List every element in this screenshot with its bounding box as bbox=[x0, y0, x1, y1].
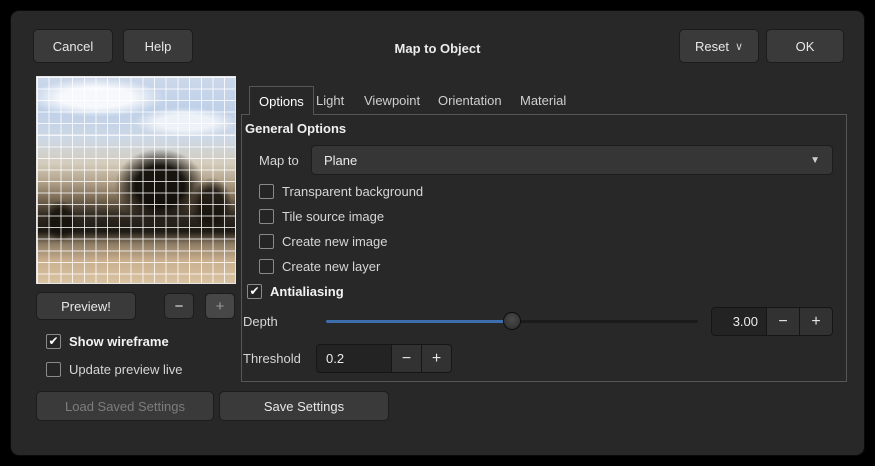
antialiasing-label: Antialiasing bbox=[270, 284, 344, 299]
update-preview-live-checkbox[interactable]: Update preview live bbox=[46, 361, 182, 377]
plus-icon: + bbox=[811, 313, 820, 331]
zoom-out-button[interactable]: − bbox=[164, 293, 194, 319]
checkbox-checked-icon: ✔ bbox=[247, 284, 262, 299]
map-to-label: Map to bbox=[259, 153, 299, 168]
checkbox-unchecked-icon bbox=[259, 209, 274, 224]
show-wireframe-label: Show wireframe bbox=[69, 334, 169, 349]
minus-icon: − bbox=[778, 313, 787, 331]
tab-viewpoint[interactable]: Viewpoint bbox=[355, 86, 429, 114]
tab-orientation[interactable]: Orientation bbox=[429, 86, 511, 114]
checkmark-icon: ✔ bbox=[48, 334, 58, 349]
checkbox-unchecked-icon bbox=[46, 362, 61, 377]
load-saved-settings-button[interactable]: Load Saved Settings bbox=[36, 391, 214, 421]
depth-slider[interactable] bbox=[326, 311, 698, 331]
reset-button[interactable]: Reset ∨ bbox=[679, 29, 759, 63]
slider-fill bbox=[326, 320, 512, 323]
threshold-value-field[interactable]: 0.2 bbox=[316, 344, 392, 373]
create-new-image-checkbox[interactable]: Create new image bbox=[259, 233, 388, 249]
map-to-dropdown[interactable]: Plane ▼ bbox=[311, 145, 833, 175]
checkmark-icon: ✔ bbox=[249, 284, 259, 299]
threshold-increment-button[interactable]: + bbox=[421, 344, 452, 373]
preview-image[interactable] bbox=[36, 76, 236, 284]
map-to-object-dialog: Cancel Help Map to Object Reset ∨ OK Pre… bbox=[10, 10, 865, 456]
transparent-background-label: Transparent background bbox=[282, 184, 423, 199]
plus-icon: + bbox=[432, 350, 441, 368]
plus-icon: + bbox=[216, 298, 225, 315]
checkbox-unchecked-icon bbox=[259, 259, 274, 274]
create-new-image-label: Create new image bbox=[282, 234, 388, 249]
create-new-layer-label: Create new layer bbox=[282, 259, 380, 274]
antialiasing-checkbox[interactable]: ✔ Antialiasing bbox=[247, 283, 344, 299]
tile-source-image-checkbox[interactable]: Tile source image bbox=[259, 208, 384, 224]
transparent-background-checkbox[interactable]: Transparent background bbox=[259, 183, 423, 199]
reset-label: Reset bbox=[695, 39, 729, 54]
threshold-decrement-button[interactable]: − bbox=[391, 344, 422, 373]
show-wireframe-checkbox[interactable]: ✔ Show wireframe bbox=[46, 333, 169, 349]
depth-increment-button[interactable]: + bbox=[799, 307, 833, 336]
threshold-label: Threshold bbox=[243, 351, 301, 366]
tile-source-image-label: Tile source image bbox=[282, 209, 384, 224]
depth-value-field[interactable]: 3.00 bbox=[711, 307, 767, 336]
create-new-layer-checkbox[interactable]: Create new layer bbox=[259, 258, 380, 274]
depth-label: Depth bbox=[243, 314, 278, 329]
tab-light[interactable]: Light bbox=[307, 86, 353, 114]
minus-icon: − bbox=[402, 350, 411, 368]
update-preview-live-label: Update preview live bbox=[69, 362, 182, 377]
tab-material[interactable]: Material bbox=[511, 86, 575, 114]
checkbox-unchecked-icon bbox=[259, 184, 274, 199]
chevron-down-icon: ∨ bbox=[735, 40, 743, 53]
ok-button[interactable]: OK bbox=[766, 29, 844, 63]
save-settings-button[interactable]: Save Settings bbox=[219, 391, 389, 421]
dropdown-arrow-icon: ▼ bbox=[810, 155, 820, 166]
checkbox-checked-icon: ✔ bbox=[46, 334, 61, 349]
general-options-heading: General Options bbox=[245, 121, 346, 136]
preview-button[interactable]: Preview! bbox=[36, 292, 136, 320]
slider-handle[interactable] bbox=[503, 312, 521, 330]
minus-icon: − bbox=[175, 298, 184, 315]
zoom-in-button[interactable]: + bbox=[205, 293, 235, 319]
tab-options[interactable]: Options bbox=[249, 86, 314, 115]
screen-background: Cancel Help Map to Object Reset ∨ OK Pre… bbox=[0, 0, 875, 466]
depth-decrement-button[interactable]: − bbox=[766, 307, 800, 336]
map-to-selected-value: Plane bbox=[324, 153, 357, 168]
checkbox-unchecked-icon bbox=[259, 234, 274, 249]
